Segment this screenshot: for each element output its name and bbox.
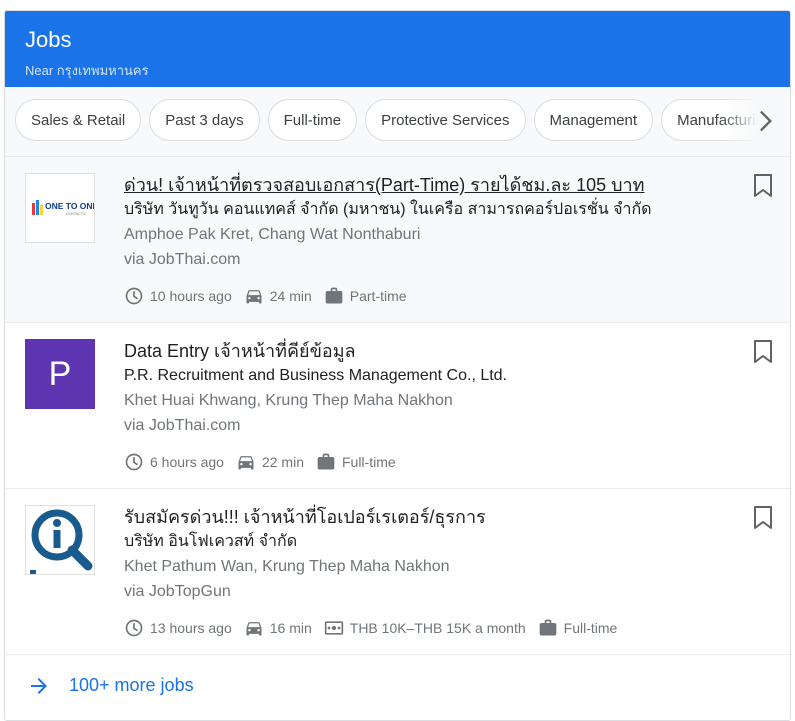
posted-time: 10 hours ago [124,286,232,306]
job-meta: 6 hours ago 22 min Full-time [124,452,730,472]
salary: THB 10K–THB 15K a month [324,618,526,638]
posted-time-text: 6 hours ago [150,454,224,470]
posted-time-text: 13 hours ago [150,620,232,636]
car-icon [236,452,256,472]
company-logo-infoquest [25,505,95,575]
briefcase-icon [316,452,336,472]
job-source: via JobThai.com [124,417,241,434]
employment-type: Full-time [538,618,618,638]
job-listing[interactable]: P Data Entry เจ้าหน้าที่คีย์ข้อมูล P.R. … [5,323,790,489]
money-icon [324,618,344,638]
logo-wordmark: ONE TO ONE [45,201,94,211]
commute-time: 24 min [244,286,312,306]
filter-chip-past-3-days[interactable]: Past 3 days [149,99,260,141]
posted-time-text: 10 hours ago [150,288,232,304]
employment-type: Full-time [316,452,396,472]
employment-type: Part-time [324,286,407,306]
job-title[interactable]: Data Entry เจ้าหน้าที่คีย์ข้อมูล [124,339,730,363]
posted-time: 6 hours ago [124,452,224,472]
commute-time: 22 min [236,452,304,472]
one-to-one-logo-icon: ONE TO ONE CONTACTS [26,174,94,242]
chevron-right-icon[interactable] [750,107,778,135]
clock-icon [124,452,144,472]
jobs-header: Jobs Near กรุงเทพมหานคร [5,11,790,87]
commute-time-text: 22 min [261,454,304,470]
filter-chip-full-time[interactable]: Full-time [267,99,358,141]
car-icon [244,618,264,638]
job-info: Data Entry เจ้าหน้าที่คีย์ข้อมูล P.R. Re… [124,339,730,472]
bookmark-icon[interactable] [752,505,774,531]
job-meta: 13 hours ago 16 min THB 10K–THB 15K a mo… [124,618,730,638]
job-title[interactable]: ด่วน! เจ้าหน้าที่ตรวจสอบเอกสาร(Part-Time… [124,173,730,197]
jobs-card: Jobs Near กรุงเทพมหานคร Sales & Retail P… [4,10,791,721]
job-company: บริษัท วันทูวัน คอนแทคส์ จำกัด (มหาชน) ใ… [124,201,652,218]
commute-time-text: 24 min [269,288,312,304]
info-magnifier-logo-icon [26,506,94,574]
job-source: via JobThai.com [124,251,241,268]
clock-icon [124,618,144,638]
filter-chip-list: Sales & Retail Past 3 days Full-time Pro… [15,99,789,141]
clock-icon [124,286,144,306]
logo-wordmark-sub: CONTACTS [66,212,86,216]
job-source: via JobTopGun [124,583,231,600]
briefcase-icon [538,618,558,638]
employment-type-text: Full-time [341,454,396,470]
briefcase-icon [324,286,344,306]
more-jobs-label[interactable]: 100+ more jobs [69,675,194,696]
jobs-location-subtitle: Near กรุงเทพมหานคร [25,63,149,78]
jobs-title[interactable]: Jobs [25,11,770,53]
company-logo-one-to-one: ONE TO ONE CONTACTS [25,173,95,243]
commute-time-text: 16 min [269,620,312,636]
filter-chip-sales-retail[interactable]: Sales & Retail [15,99,142,141]
arrow-right-icon [31,677,47,694]
employment-type-text: Part-time [349,288,407,304]
bookmark-icon[interactable] [752,339,774,365]
employment-type-text: Full-time [563,620,618,636]
bookmark-icon[interactable] [752,173,774,199]
job-location: Khet Pathum Wan, Krung Thep Maha Nakhon [124,558,450,575]
job-title[interactable]: รับสมัครด่วน!!! เจ้าหน้าที่โอเปอร์เรเตอร… [124,505,730,529]
job-listing[interactable]: ONE TO ONE CONTACTS ด่วน! เจ้าหน้าที่ตรว… [5,157,790,323]
job-listing[interactable]: รับสมัครด่วน!!! เจ้าหน้าที่โอเปอร์เรเตอร… [5,489,790,655]
car-icon [244,286,264,306]
job-info: ด่วน! เจ้าหน้าที่ตรวจสอบเอกสาร(Part-Time… [124,173,730,306]
job-info: รับสมัครด่วน!!! เจ้าหน้าที่โอเปอร์เรเตอร… [124,505,730,638]
filter-chip-management[interactable]: Management [533,99,654,141]
salary-text: THB 10K–THB 15K a month [349,620,526,636]
more-jobs-link[interactable]: 100+ more jobs [5,655,790,716]
job-location: Khet Huai Khwang, Krung Thep Maha Nakhon [124,392,453,409]
job-company: บริษัท อินโฟเควสท์ จำกัด [124,533,298,550]
posted-time: 13 hours ago [124,618,232,638]
job-company: P.R. Recruitment and Business Management… [124,367,508,384]
company-logo-letter: P [25,339,95,409]
filter-bar: Sales & Retail Past 3 days Full-time Pro… [5,87,790,157]
filter-chip-protective-services[interactable]: Protective Services [365,99,526,141]
commute-time: 16 min [244,618,312,638]
job-meta: 10 hours ago 24 min Part-time [124,286,730,306]
job-location: Amphoe Pak Kret, Chang Wat Nonthaburi [124,226,421,243]
